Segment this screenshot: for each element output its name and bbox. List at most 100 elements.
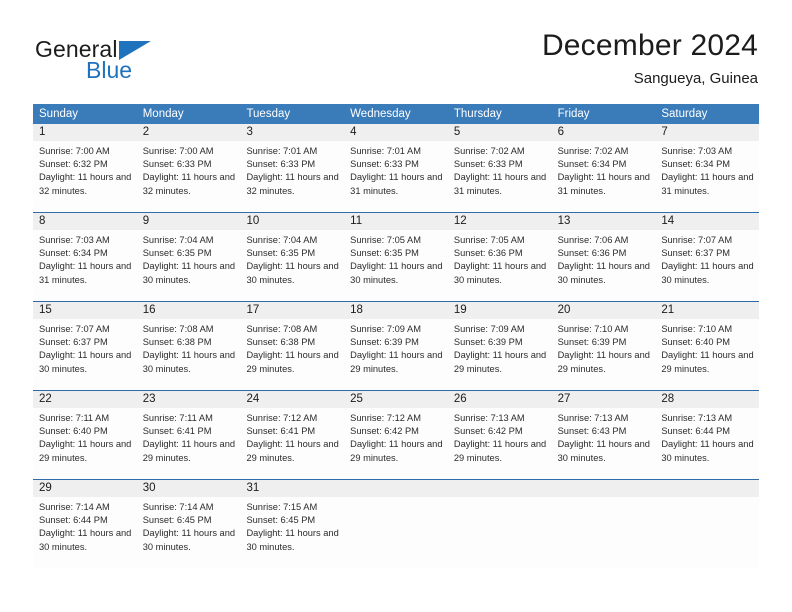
day-details: Sunrise: 7:05 AM Sunset: 6:36 PM Dayligh… [448, 230, 552, 287]
sunset-text: Sunset: 6:33 PM [453, 159, 523, 170]
day-number: 7 [655, 124, 760, 141]
sunset-text: Sunset: 6:44 PM [661, 426, 731, 437]
day-cell[interactable]: 27 Sunrise: 7:13 AM Sunset: 6:43 PM Dayl… [551, 391, 656, 479]
sunrise-text: Sunrise: 7:12 AM [350, 413, 421, 423]
sunrise-text: Sunrise: 7:02 AM [557, 146, 629, 156]
day-cell[interactable]: 15 Sunrise: 7:07 AM Sunset: 6:37 PM Dayl… [33, 302, 137, 390]
day-cell[interactable]: 14 Sunrise: 7:07 AM Sunset: 6:37 PM Dayl… [655, 213, 760, 301]
day-cell[interactable]: 2 Sunrise: 7:00 AM Sunset: 6:33 PM Dayli… [136, 124, 241, 212]
day-cell[interactable]: 12 Sunrise: 7:05 AM Sunset: 6:36 PM Dayl… [447, 213, 552, 301]
day-number: 28 [655, 391, 760, 408]
daylight-text: Daylight: 11 hours and 30 minutes. [661, 261, 754, 285]
day-cell[interactable]: 4 Sunrise: 7:01 AM Sunset: 6:33 PM Dayli… [344, 124, 448, 212]
sunrise-text: Sunrise: 7:03 AM [39, 235, 110, 245]
day-details: Sunrise: 7:09 AM Sunset: 6:39 PM Dayligh… [344, 319, 448, 376]
day-cell[interactable]: 19 Sunrise: 7:09 AM Sunset: 6:39 PM Dayl… [447, 302, 552, 390]
weekday-header-wednesday: Wednesday [350, 108, 411, 120]
daylight-text: Daylight: 11 hours and 29 minutes. [453, 439, 547, 463]
sunrise-text: Sunrise: 7:13 AM [557, 413, 629, 423]
sunset-text: Sunset: 6:33 PM [142, 159, 212, 170]
day-cell[interactable]: 5 Sunrise: 7:02 AM Sunset: 6:33 PM Dayli… [447, 124, 552, 212]
day-cell[interactable]: 26 Sunrise: 7:13 AM Sunset: 6:42 PM Dayl… [447, 391, 552, 479]
sunrise-text: Sunrise: 7:01 AM [350, 146, 421, 156]
day-cell[interactable]: 23 Sunrise: 7:11 AM Sunset: 6:41 PM Dayl… [136, 391, 241, 479]
day-cell[interactable]: 7 Sunrise: 7:03 AM Sunset: 6:34 PM Dayli… [655, 124, 760, 212]
sunset-text: Sunset: 6:40 PM [39, 426, 108, 437]
sunrise-text: Sunrise: 7:14 AM [39, 502, 110, 512]
sunrise-text: Sunrise: 7:07 AM [661, 235, 733, 245]
sunset-text: Sunset: 6:38 PM [246, 337, 316, 348]
day-number: 4 [344, 124, 448, 141]
sunset-text: Sunset: 6:37 PM [39, 337, 108, 348]
day-details: Sunrise: 7:11 AM Sunset: 6:40 PM Dayligh… [33, 408, 137, 465]
sunrise-text: Sunrise: 7:04 AM [142, 235, 214, 245]
daylight-text: Daylight: 11 hours and 32 minutes. [246, 172, 339, 196]
day-cell[interactable]: 8 Sunrise: 7:03 AM Sunset: 6:34 PM Dayli… [33, 213, 137, 301]
day-cell[interactable]: 11 Sunrise: 7:05 AM Sunset: 6:35 PM Dayl… [344, 213, 448, 301]
day-cell[interactable]: 6 Sunrise: 7:02 AM Sunset: 6:34 PM Dayli… [551, 124, 656, 212]
day-cell[interactable]: 20 Sunrise: 7:10 AM Sunset: 6:39 PM Dayl… [551, 302, 656, 390]
sunrise-text: Sunrise: 7:02 AM [453, 146, 525, 156]
sunrise-text: Sunrise: 7:01 AM [246, 146, 318, 156]
day-details: Sunrise: 7:00 AM Sunset: 6:33 PM Dayligh… [137, 141, 241, 198]
day-number: 16 [136, 302, 241, 319]
day-number: 26 [447, 391, 552, 408]
daylight-text: Daylight: 11 hours and 32 minutes. [39, 172, 132, 196]
day-number: 6 [551, 124, 656, 141]
daylight-text: Daylight: 11 hours and 30 minutes. [39, 350, 132, 374]
day-number [344, 480, 448, 497]
day-details: Sunrise: 7:02 AM Sunset: 6:33 PM Dayligh… [448, 141, 552, 198]
sunrise-text: Sunrise: 7:00 AM [39, 146, 110, 156]
daylight-text: Daylight: 11 hours and 30 minutes. [39, 528, 132, 552]
daylight-text: Daylight: 11 hours and 31 minutes. [661, 172, 754, 196]
sunset-text: Sunset: 6:34 PM [661, 159, 731, 170]
day-cell[interactable]: 25 Sunrise: 7:12 AM Sunset: 6:42 PM Dayl… [344, 391, 448, 479]
day-cell-empty [447, 480, 552, 568]
daylight-text: Daylight: 11 hours and 29 minutes. [350, 439, 443, 463]
day-details: Sunrise: 7:10 AM Sunset: 6:40 PM Dayligh… [655, 319, 759, 376]
day-number: 11 [344, 213, 448, 230]
daylight-text: Daylight: 11 hours and 31 minutes. [350, 172, 443, 196]
sunrise-text: Sunrise: 7:05 AM [350, 235, 421, 245]
day-details: Sunrise: 7:02 AM Sunset: 6:34 PM Dayligh… [552, 141, 656, 198]
sunrise-text: Sunrise: 7:07 AM [39, 324, 110, 334]
day-cell[interactable]: 24 Sunrise: 7:12 AM Sunset: 6:41 PM Dayl… [240, 391, 345, 479]
sunrise-text: Sunrise: 7:10 AM [661, 324, 733, 334]
day-details: Sunrise: 7:08 AM Sunset: 6:38 PM Dayligh… [137, 319, 241, 376]
day-number: 18 [344, 302, 448, 319]
day-cell[interactable]: 22 Sunrise: 7:11 AM Sunset: 6:40 PM Dayl… [33, 391, 137, 479]
sunrise-text: Sunrise: 7:11 AM [39, 413, 110, 423]
day-cell[interactable]: 31 Sunrise: 7:15 AM Sunset: 6:45 PM Dayl… [240, 480, 345, 568]
day-details: Sunrise: 7:01 AM Sunset: 6:33 PM Dayligh… [344, 141, 448, 198]
sunset-text: Sunset: 6:38 PM [142, 337, 212, 348]
day-details: Sunrise: 7:09 AM Sunset: 6:39 PM Dayligh… [448, 319, 552, 376]
day-cell[interactable]: 17 Sunrise: 7:08 AM Sunset: 6:38 PM Dayl… [240, 302, 345, 390]
day-number: 17 [240, 302, 345, 319]
daylight-text: Daylight: 11 hours and 30 minutes. [557, 261, 650, 285]
day-cell[interactable]: 10 Sunrise: 7:04 AM Sunset: 6:35 PM Dayl… [240, 213, 345, 301]
sunrise-text: Sunrise: 7:08 AM [246, 324, 318, 334]
day-cell[interactable]: 29 Sunrise: 7:14 AM Sunset: 6:44 PM Dayl… [33, 480, 137, 568]
brand-logo[interactable]: General Blue [35, 36, 235, 92]
sunset-text: Sunset: 6:45 PM [246, 515, 316, 526]
day-details: Sunrise: 7:07 AM Sunset: 6:37 PM Dayligh… [655, 230, 759, 287]
day-cell[interactable]: 3 Sunrise: 7:01 AM Sunset: 6:33 PM Dayli… [240, 124, 345, 212]
day-cell[interactable]: 21 Sunrise: 7:10 AM Sunset: 6:40 PM Dayl… [655, 302, 760, 390]
day-cell[interactable]: 28 Sunrise: 7:13 AM Sunset: 6:44 PM Dayl… [655, 391, 760, 479]
day-cell[interactable]: 30 Sunrise: 7:14 AM Sunset: 6:45 PM Dayl… [136, 480, 241, 568]
day-cell[interactable]: 1 Sunrise: 7:00 AM Sunset: 6:32 PM Dayli… [33, 124, 137, 212]
title-block: December 2024 Sangueya, Guinea [542, 28, 758, 88]
page-header: General Blue December 2024 Sangueya, Gui… [0, 0, 792, 100]
week-row: 22 Sunrise: 7:11 AM Sunset: 6:40 PM Dayl… [33, 390, 760, 479]
day-cell[interactable]: 9 Sunrise: 7:04 AM Sunset: 6:35 PM Dayli… [136, 213, 241, 301]
weekday-header-sunday: Sunday [39, 108, 79, 120]
weekday-header-saturday: Saturday [661, 108, 708, 120]
day-number: 12 [447, 213, 552, 230]
day-cell[interactable]: 13 Sunrise: 7:06 AM Sunset: 6:36 PM Dayl… [551, 213, 656, 301]
day-details: Sunrise: 7:03 AM Sunset: 6:34 PM Dayligh… [33, 230, 137, 287]
day-cell[interactable]: 18 Sunrise: 7:09 AM Sunset: 6:39 PM Dayl… [344, 302, 448, 390]
day-cell[interactable]: 16 Sunrise: 7:08 AM Sunset: 6:38 PM Dayl… [136, 302, 241, 390]
daylight-text: Daylight: 11 hours and 30 minutes. [142, 261, 236, 285]
sunset-text: Sunset: 6:36 PM [453, 248, 523, 259]
day-number: 14 [655, 213, 760, 230]
